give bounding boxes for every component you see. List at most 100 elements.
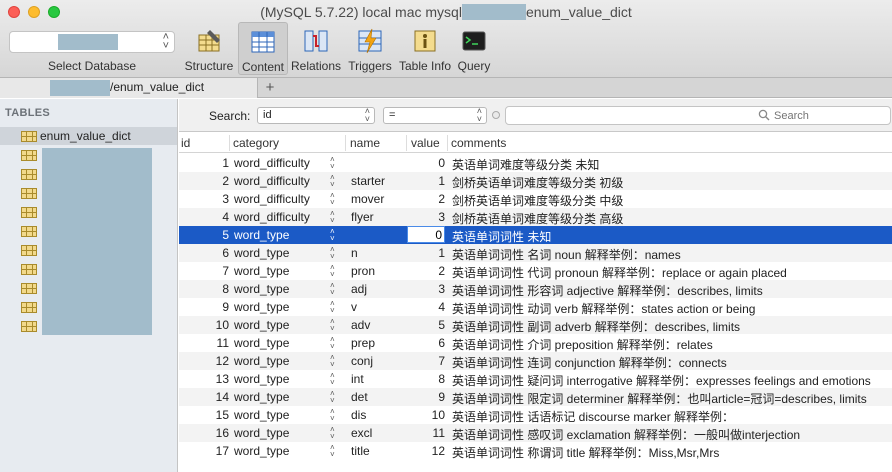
cell-name[interactable]: pron bbox=[351, 264, 375, 278]
filter-field-select[interactable]: id ˄ ˅ bbox=[257, 107, 375, 124]
column-divider[interactable] bbox=[447, 135, 448, 151]
chevron-updown-icon[interactable]: ˄ ˅ bbox=[330, 282, 335, 297]
cell-category[interactable]: word_type bbox=[234, 246, 289, 260]
chevron-updown-icon[interactable]: ˄ ˅ bbox=[330, 210, 335, 225]
cell-name[interactable]: adj bbox=[351, 282, 367, 296]
triggers-button[interactable]: Triggers bbox=[345, 22, 395, 75]
chevron-updown-icon[interactable]: ˄ ˅ bbox=[330, 156, 335, 171]
cell-name[interactable]: title bbox=[351, 444, 370, 458]
cell-comments[interactable]: 剑桥英语单词难度等级分类 初级 bbox=[452, 174, 623, 191]
column-header-id[interactable]: id bbox=[181, 136, 190, 150]
column-divider[interactable] bbox=[345, 135, 346, 151]
search-input[interactable] bbox=[774, 108, 884, 123]
cell-category[interactable]: word_type bbox=[234, 354, 289, 368]
cell-comments[interactable]: 英语单词词性 疑问词 interrogative 解释举例：expresses … bbox=[452, 372, 871, 389]
table-row[interactable]: 8 word_type ˄ ˅ adj 3 英语单词词性 形容词 adjective 解释举… bbox=[179, 280, 892, 298]
cell-id[interactable]: 9 bbox=[179, 300, 229, 314]
cell-value[interactable]: 4 bbox=[407, 300, 445, 314]
filter-operator-select[interactable]: = ˄ ˅ bbox=[383, 107, 487, 124]
cell-category[interactable]: word_type bbox=[234, 318, 289, 332]
table-row[interactable]: 10 word_type ˄ ˅ adv 5 英语单词词性 副词 adverb 解释举例：d… bbox=[179, 316, 892, 334]
chevron-updown-icon[interactable]: ˄ ˅ bbox=[330, 300, 335, 315]
cell-comments[interactable]: 剑桥英语单词难度等级分类 中级 bbox=[452, 192, 623, 209]
cell-name[interactable]: n bbox=[351, 246, 358, 260]
cell-name[interactable]: int bbox=[351, 372, 364, 386]
add-tab-button[interactable]: + bbox=[262, 78, 278, 98]
tab-enum-value-dict[interactable]: /enum_value_dict bbox=[0, 78, 258, 98]
cell-id[interactable]: 2 bbox=[179, 174, 229, 188]
cell-name[interactable]: mover bbox=[351, 192, 384, 206]
cell-category[interactable]: word_type bbox=[234, 372, 289, 386]
cell-name[interactable]: flyer bbox=[351, 210, 374, 224]
cell-id[interactable]: 13 bbox=[179, 372, 229, 386]
chevron-updown-icon[interactable]: ˄ ˅ bbox=[330, 246, 335, 261]
cell-value[interactable]: 8 bbox=[407, 372, 445, 386]
table-row[interactable]: 3 word_difficulty ˄ ˅ mover 2 剑桥英语单词难度等级分类 中级 bbox=[179, 190, 892, 209]
cell-id[interactable]: 8 bbox=[179, 282, 229, 296]
sidebar-table-enum-value-dict[interactable]: enum_value_dict bbox=[0, 127, 177, 145]
cell-id[interactable]: 12 bbox=[179, 354, 229, 368]
table-row[interactable]: 13 word_type ˄ ˅ int 8 英语单词词性 疑问词 interrogativ… bbox=[179, 370, 892, 389]
cell-id[interactable]: 3 bbox=[179, 192, 229, 206]
cell-comments[interactable]: 英语单词词性 感叹词 exclamation 解释举例：一般叫做interjec… bbox=[452, 426, 800, 443]
cell-comments[interactable]: 英语单词词性 介词 preposition 解释举例：relates bbox=[452, 336, 713, 353]
table-row[interactable]: 11 word_type ˄ ˅ prep 6 英语单词词性 介词 preposition … bbox=[179, 334, 892, 353]
cell-value[interactable]: 3 bbox=[407, 210, 445, 224]
cell-category[interactable]: word_type bbox=[234, 282, 289, 296]
cell-id[interactable]: 15 bbox=[179, 408, 229, 422]
table-row[interactable]: 5 word_type ˄ ˅ 0 英语单词词性 未知 bbox=[179, 226, 892, 244]
chevron-updown-icon[interactable]: ˄ ˅ bbox=[330, 264, 335, 279]
cell-id[interactable]: 6 bbox=[179, 246, 229, 260]
cell-id[interactable]: 17 bbox=[179, 444, 229, 458]
cell-value[interactable]: 2 bbox=[407, 192, 445, 206]
cell-value[interactable]: 1 bbox=[407, 246, 445, 260]
column-header-value[interactable]: value bbox=[411, 136, 440, 150]
column-divider[interactable] bbox=[406, 135, 407, 151]
cell-category[interactable]: word_type bbox=[234, 426, 289, 440]
cell-value[interactable]: 10 bbox=[407, 408, 445, 422]
chevron-updown-icon[interactable]: ˄ ˅ bbox=[330, 318, 335, 333]
cell-value[interactable]: 2 bbox=[407, 264, 445, 278]
cell-id[interactable]: 1 bbox=[179, 156, 229, 170]
cell-comments[interactable]: 英语单词词性 未知 bbox=[452, 228, 551, 245]
cell-comments[interactable]: 英语单词词性 代词 pronoun 解释举例：replace or again … bbox=[452, 264, 787, 281]
cell-category[interactable]: word_type bbox=[234, 264, 289, 278]
cell-comments[interactable]: 英语单词词性 形容词 adjective 解释举例：describes, lim… bbox=[452, 282, 763, 299]
column-header-name[interactable]: name bbox=[350, 136, 380, 150]
chevron-updown-icon[interactable]: ˄ ˅ bbox=[330, 192, 335, 207]
cell-comments[interactable]: 英语单词词性 副词 adverb 解释举例：describes, limits bbox=[452, 318, 740, 335]
cell-comments[interactable]: 英语单词词性 称谓词 title 解释举例：Miss,Msr,Mrs bbox=[452, 444, 719, 461]
cell-value[interactable]: 1 bbox=[407, 174, 445, 188]
cell-name[interactable]: adv bbox=[351, 318, 370, 332]
table-row[interactable]: 4 word_difficulty ˄ ˅ flyer 3 剑桥英语单词难度等级分类 高级 bbox=[179, 208, 892, 226]
cell-name[interactable]: conj bbox=[351, 354, 373, 368]
chevron-updown-icon[interactable]: ˄ ˅ bbox=[330, 372, 335, 387]
table-row[interactable]: 14 word_type ˄ ˅ det 9 英语单词词性 限定词 determiner 解… bbox=[179, 388, 892, 406]
chevron-updown-icon[interactable]: ˄ ˅ bbox=[330, 228, 335, 243]
cell-value[interactable]: 12 bbox=[407, 444, 445, 458]
table-row[interactable]: 15 word_type ˄ ˅ dis 10 英语单词词性 话语标记 discourse … bbox=[179, 406, 892, 425]
cell-name[interactable]: dis bbox=[351, 408, 366, 422]
filter-search-box[interactable] bbox=[505, 106, 891, 125]
cell-value[interactable]: 11 bbox=[407, 426, 445, 440]
chevron-updown-icon[interactable]: ˄ ˅ bbox=[330, 354, 335, 369]
cell-category[interactable]: word_difficulty bbox=[234, 210, 310, 224]
cell-id[interactable]: 16 bbox=[179, 426, 229, 440]
structure-button[interactable]: Structure bbox=[184, 22, 234, 75]
cell-comments[interactable]: 英语单词词性 限定词 determiner 解释举例：也叫article=冠词=… bbox=[452, 390, 867, 407]
cell-name[interactable]: excl bbox=[351, 426, 372, 440]
query-button[interactable]: Query bbox=[452, 22, 496, 75]
cell-value[interactable]: 9 bbox=[407, 390, 445, 404]
cell-value[interactable]: 0 bbox=[407, 156, 445, 170]
table-row[interactable]: 2 word_difficulty ˄ ˅ starter 1 剑桥英语单词难度等级分类 初… bbox=[179, 172, 892, 190]
cell-comments[interactable]: 英语单词词性 连词 conjunction 解释举例：connects bbox=[452, 354, 727, 371]
table-info-button[interactable]: Table Info bbox=[398, 22, 452, 75]
cell-name[interactable]: v bbox=[351, 300, 357, 314]
cell-id[interactable]: 10 bbox=[179, 318, 229, 332]
column-header-comments[interactable]: comments bbox=[451, 136, 506, 150]
cell-category[interactable]: word_type bbox=[234, 300, 289, 314]
column-divider[interactable] bbox=[229, 135, 230, 151]
cell-id[interactable]: 5 bbox=[179, 228, 229, 242]
cell-id[interactable]: 14 bbox=[179, 390, 229, 404]
table-row[interactable]: 9 word_type ˄ ˅ v 4 英语单词词性 动词 verb 解释举例：states… bbox=[179, 298, 892, 317]
